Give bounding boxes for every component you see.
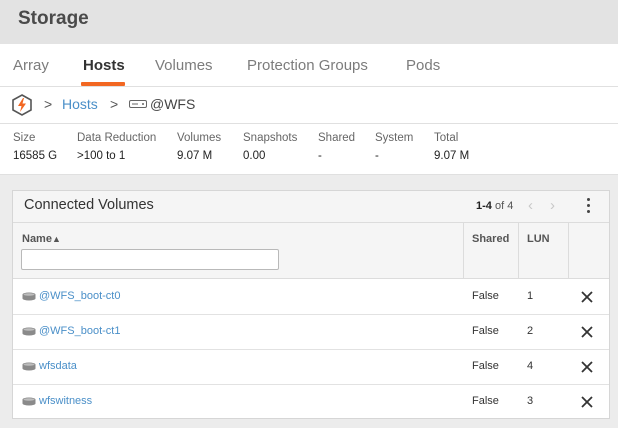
connected-volumes-panel: Connected Volumes 1-4 of 4 ‹ › Name▲ Sha… xyxy=(12,190,610,419)
pagination-range: 1-4 xyxy=(476,200,492,212)
more-options-icon[interactable] xyxy=(581,198,595,216)
breadcrumb-hosts-link[interactable]: Hosts xyxy=(62,96,98,112)
tab-array[interactable]: Array xyxy=(13,57,49,74)
disconnect-icon[interactable] xyxy=(580,325,594,339)
page-header: Storage xyxy=(0,0,618,44)
stat-value: 0.00 xyxy=(243,150,266,162)
tab-pods[interactable]: Pods xyxy=(406,57,440,74)
volume-icon xyxy=(22,327,36,336)
host-stats: Size 16585 G Data Reduction >100 to 1 Vo… xyxy=(0,124,618,175)
panel-header: Connected Volumes 1-4 of 4 ‹ › xyxy=(13,191,609,223)
stat-shared: Shared - xyxy=(318,132,355,162)
host-icon xyxy=(129,100,147,108)
disconnect-icon[interactable] xyxy=(580,290,594,304)
tab-hosts[interactable]: Hosts xyxy=(83,57,125,74)
table-row: @WFS_boot-ct0 False 1 xyxy=(13,279,609,315)
stat-value: 16585 G xyxy=(13,150,58,162)
page-title: Storage xyxy=(18,8,89,29)
stat-data-reduction: Data Reduction >100 to 1 xyxy=(77,132,156,162)
lun-value: 3 xyxy=(527,395,534,407)
stat-value: 9.07 M xyxy=(177,150,213,162)
volume-icon xyxy=(22,362,36,371)
shared-value: False xyxy=(472,360,499,372)
lun-value: 2 xyxy=(527,325,534,337)
volume-icon xyxy=(22,397,36,406)
stat-label: System xyxy=(375,132,414,144)
column-header-shared[interactable]: Shared xyxy=(472,233,509,245)
stat-volumes: Volumes 9.07 M xyxy=(177,132,221,162)
column-name-label: Name xyxy=(22,233,52,245)
table-row: @WFS_boot-ct1 False 2 xyxy=(13,314,609,350)
column-divider xyxy=(463,223,464,278)
stat-label: Snapshots xyxy=(243,132,298,144)
tab-bar: Array Hosts Volumes Protection Groups Po… xyxy=(0,44,618,87)
panel-title: Connected Volumes xyxy=(24,197,154,213)
shared-value: False xyxy=(472,395,499,407)
breadcrumb-separator: > xyxy=(44,96,53,112)
column-header-lun[interactable]: LUN xyxy=(527,233,550,245)
pagination-info: 1-4 of 4 xyxy=(476,200,513,212)
lun-value: 4 xyxy=(527,360,534,372)
stat-system: System - xyxy=(375,132,413,162)
volume-name-link[interactable]: wfsdata xyxy=(39,360,77,372)
shared-value: False xyxy=(472,290,499,302)
stat-label: Size xyxy=(13,132,36,144)
volume-icon xyxy=(22,292,36,301)
table-header: Name▲ Shared LUN xyxy=(13,223,609,279)
volume-name-link[interactable]: @WFS_boot-ct1 xyxy=(39,325,120,337)
volume-name-link[interactable]: wfswitness xyxy=(39,395,92,407)
pure-logo-icon[interactable] xyxy=(12,94,32,116)
sort-ascending-icon: ▲ xyxy=(51,234,61,244)
stat-label: Total xyxy=(434,132,459,144)
stat-value: - xyxy=(375,150,379,162)
stat-value: >100 to 1 xyxy=(77,150,126,162)
disconnect-icon[interactable] xyxy=(580,360,594,374)
disconnect-icon[interactable] xyxy=(580,395,594,409)
column-divider xyxy=(568,223,569,278)
stat-label: Volumes xyxy=(177,132,222,144)
name-filter-input[interactable] xyxy=(21,249,279,270)
stat-value: - xyxy=(318,150,322,162)
stat-label: Shared xyxy=(318,132,356,144)
breadcrumb: > Hosts > @WFS xyxy=(0,87,618,124)
tab-volumes[interactable]: Volumes xyxy=(155,57,213,74)
stat-snapshots: Snapshots 0.00 xyxy=(243,132,297,162)
stat-value: 9.07 M xyxy=(434,150,470,162)
tab-protection-groups[interactable]: Protection Groups xyxy=(247,57,368,74)
previous-page-button[interactable]: ‹ xyxy=(528,197,533,214)
pagination-total: of 4 xyxy=(494,200,514,212)
next-page-button[interactable]: › xyxy=(550,197,555,214)
active-tab-indicator xyxy=(81,82,125,86)
breadcrumb-host-name: @WFS xyxy=(150,96,196,112)
stat-size: Size 16585 G xyxy=(13,132,57,162)
shared-value: False xyxy=(472,325,499,337)
column-header-name[interactable]: Name▲ xyxy=(22,233,61,245)
volume-name-link[interactable]: @WFS_boot-ct0 xyxy=(39,290,120,302)
breadcrumb-separator: > xyxy=(110,96,119,112)
stat-total: Total 9.07 M xyxy=(434,132,469,162)
stat-label: Data Reduction xyxy=(77,132,157,144)
column-divider xyxy=(518,223,519,278)
table-row: wfsdata False 4 xyxy=(13,349,609,385)
lun-value: 1 xyxy=(527,290,534,302)
table-row: wfswitness False 3 xyxy=(13,384,609,419)
